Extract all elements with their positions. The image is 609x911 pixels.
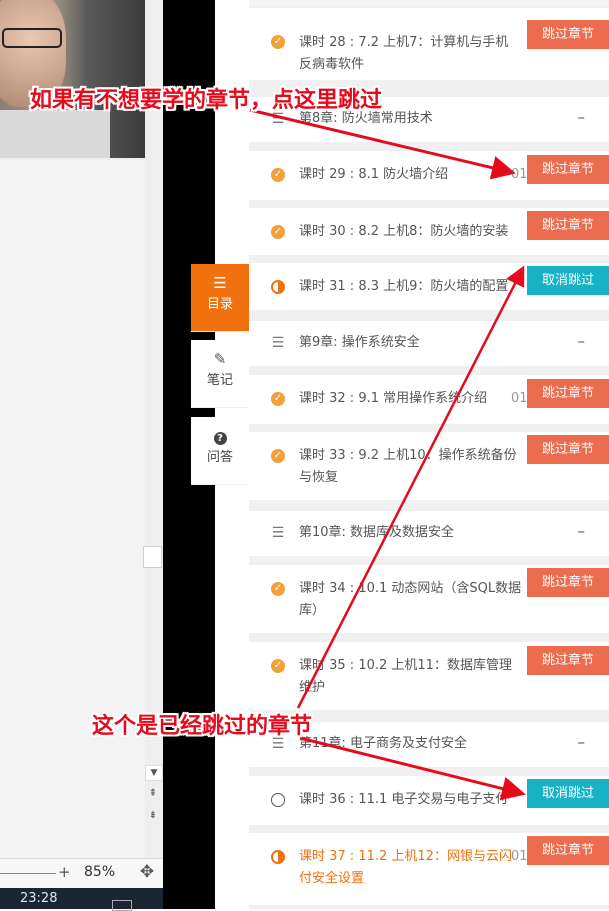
skip-chapter-button[interactable]: 跳过章节 bbox=[527, 435, 609, 464]
tab-catalog[interactable]: ☰ 目录 bbox=[191, 264, 249, 332]
list-icon: ☰ bbox=[271, 335, 285, 351]
catalog-top-edge bbox=[249, 0, 609, 6]
list-icon: ☰ bbox=[271, 111, 285, 127]
skip-chapter-button[interactable]: 跳过章节 bbox=[527, 20, 609, 49]
not-started-icon bbox=[271, 793, 285, 807]
tab-notes-label: 笔记 bbox=[206, 373, 233, 388]
skip-chapter-button[interactable]: 跳过章节 bbox=[527, 155, 609, 184]
list-icon: ☰ bbox=[271, 525, 285, 541]
tab-notes[interactable]: ✎ 笔记 bbox=[191, 340, 249, 408]
zoom-slider[interactable] bbox=[0, 873, 56, 874]
lesson-title: 课时 34 : 10.1 动态网站（含SQL数据库） bbox=[299, 581, 522, 618]
completed-check-icon: ✓ bbox=[271, 582, 285, 596]
scroll-down-icon[interactable]: ▼ bbox=[145, 765, 163, 781]
question-icon: ? bbox=[191, 427, 249, 445]
tab-qa[interactable]: ? 问答 bbox=[191, 417, 249, 485]
in-progress-icon bbox=[271, 850, 285, 864]
tab-catalog-label: 目录 bbox=[206, 297, 233, 312]
tab-qa-label: 问答 bbox=[206, 450, 233, 465]
lesson-title: 课时 28 : 7.2 上机7：计算机与手机反病毒软件 bbox=[299, 35, 509, 72]
completed-check-icon: ✓ bbox=[271, 449, 285, 463]
lesson-title: 课时 30 : 8.2 上机8：防火墙的安装 bbox=[299, 224, 509, 239]
completed-check-icon: ✓ bbox=[271, 659, 285, 673]
taskbar-icon[interactable] bbox=[112, 900, 132, 911]
chapter-title: 第10章: 数据库及数据安全 bbox=[299, 525, 455, 540]
lesson-title: 课时 33 : 9.2 上机10：操作系统备份与恢复 bbox=[299, 448, 517, 485]
completed-check-icon: ✓ bbox=[271, 35, 285, 49]
lesson-title: 课时 35 : 10.2 上机11：数据库管理维护 bbox=[299, 658, 512, 695]
chapter-title: 第11章: 电子商务及支付安全 bbox=[299, 736, 468, 751]
scrollbar-handle[interactable] bbox=[143, 546, 162, 568]
lesson-title: 课时 29 : 8.1 防火墙介绍 bbox=[299, 167, 449, 182]
fit-to-screen-icon[interactable]: ✥ bbox=[137, 861, 157, 883]
annotation-skip-hint: 如果有不想要学的章节，点这里跳过 bbox=[30, 88, 383, 113]
lesson-title: 课时 36 : 11.1 电子交易与电子支付 bbox=[299, 792, 509, 807]
completed-check-icon: ✓ bbox=[271, 392, 285, 406]
chapter-header[interactable]: ☰ 第9章: 操作系统安全 – bbox=[249, 321, 609, 366]
collapse-icon[interactable]: – bbox=[578, 520, 586, 542]
zoom-in-button[interactable]: + bbox=[58, 862, 74, 882]
lesson-title: 课时 37 : 11.2 上机12：网银与云闪付安全设置 bbox=[299, 849, 512, 886]
completed-check-icon: ✓ bbox=[271, 168, 285, 182]
in-progress-icon bbox=[271, 280, 285, 294]
collapse-icon[interactable]: – bbox=[578, 731, 586, 753]
lesson-duration: 01 bbox=[511, 849, 528, 864]
page-down-icon[interactable]: ⇟ bbox=[145, 810, 161, 822]
collapse-icon[interactable]: – bbox=[578, 330, 586, 352]
chapter-title: 第9章: 操作系统安全 bbox=[299, 335, 420, 350]
completed-check-icon: ✓ bbox=[271, 225, 285, 239]
page-up-icon[interactable]: ⇞ bbox=[145, 788, 161, 800]
chapter-header[interactable]: ☰ 第10章: 数据库及数据安全 – bbox=[249, 511, 609, 556]
skip-chapter-button[interactable]: 跳过章节 bbox=[527, 646, 609, 675]
lesson-duration: 01 bbox=[511, 167, 528, 182]
cancel-skip-button[interactable]: 取消跳过 bbox=[527, 779, 609, 808]
clock: 23:28 bbox=[20, 891, 58, 906]
list-icon: ☰ bbox=[213, 274, 227, 292]
skip-chapter-button[interactable]: 跳过章节 bbox=[527, 211, 609, 240]
lesson-title: 课时 31 : 8.3 上机9：防火墙的配置 bbox=[299, 279, 509, 294]
skip-chapter-button[interactable]: 跳过章节 bbox=[527, 379, 609, 408]
skip-chapter-button[interactable]: 跳过章节 bbox=[527, 836, 609, 865]
lesson-title: 课时 32 : 9.1 常用操作系统介绍 bbox=[299, 391, 488, 406]
pencil-icon: ✎ bbox=[213, 350, 227, 368]
skip-chapter-button[interactable]: 跳过章节 bbox=[527, 568, 609, 597]
collapse-icon[interactable]: – bbox=[578, 106, 586, 128]
annotation-skipped-hint: 这个是已经跳过的章节 bbox=[92, 714, 313, 739]
zoom-value: 85% bbox=[84, 864, 116, 880]
webcam-video bbox=[0, 0, 145, 158]
lesson-duration: 01 bbox=[511, 391, 528, 406]
cancel-skip-button[interactable]: 取消跳过 bbox=[527, 266, 609, 295]
slide-viewer bbox=[0, 160, 145, 860]
